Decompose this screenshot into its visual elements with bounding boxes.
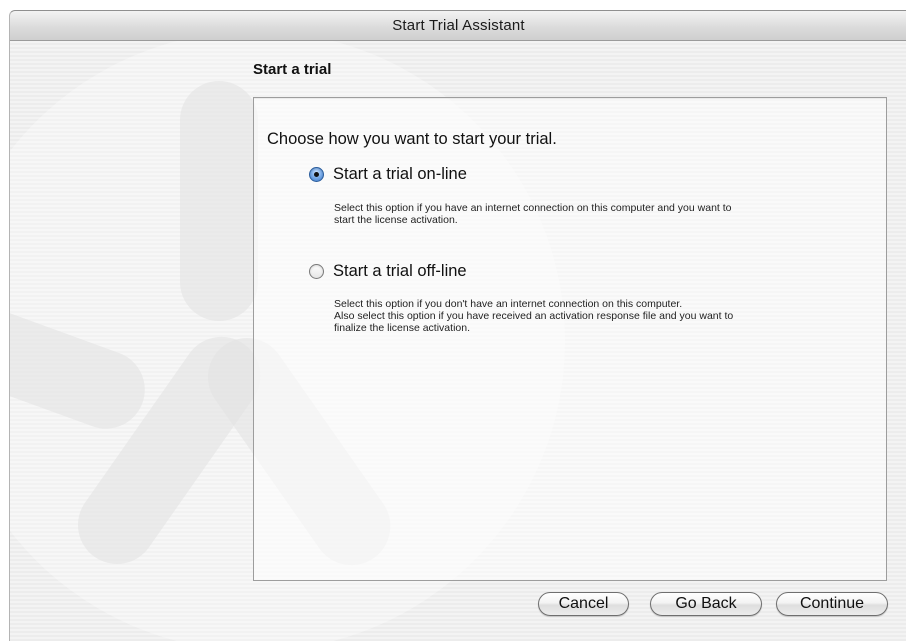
option-offline-description: Select this option if you don't have an … bbox=[334, 298, 854, 334]
radio-option-online[interactable]: Start a trial on-line bbox=[309, 163, 467, 185]
radio-unselected-icon[interactable] bbox=[309, 263, 324, 279]
cancel-button[interactable]: Cancel bbox=[538, 592, 629, 616]
section-heading: Start a trial bbox=[253, 61, 332, 78]
radio-option-online-label[interactable]: Start a trial on-line bbox=[333, 165, 467, 184]
option-online-description-line: Select this option if you have an intern… bbox=[334, 202, 732, 214]
title-bar[interactable]: Start Trial Assistant bbox=[10, 11, 906, 41]
option-online-description: Select this option if you have an intern… bbox=[334, 202, 854, 226]
option-offline-description-line: Select this option if you don't have an … bbox=[334, 298, 683, 310]
radio-selected-icon[interactable] bbox=[309, 166, 324, 182]
option-offline-description-line: finalize the license activation. bbox=[334, 322, 470, 334]
go-back-button[interactable]: Go Back bbox=[650, 592, 762, 616]
radio-option-offline[interactable]: Start a trial off-line bbox=[309, 260, 467, 282]
option-online-description-line: start the license activation. bbox=[334, 214, 458, 226]
content-panel: Choose how you want to start your trial.… bbox=[253, 97, 887, 581]
continue-button[interactable]: Continue bbox=[776, 592, 888, 616]
radio-option-offline-label[interactable]: Start a trial off-line bbox=[333, 262, 467, 281]
option-offline-description-line: Also select this option if you have rece… bbox=[334, 310, 734, 322]
assistant-window: Start Trial Assistant Start a trial Choo… bbox=[9, 10, 906, 641]
window-title: Start Trial Assistant bbox=[392, 17, 525, 34]
trial-prompt: Choose how you want to start your trial. bbox=[267, 130, 557, 148]
